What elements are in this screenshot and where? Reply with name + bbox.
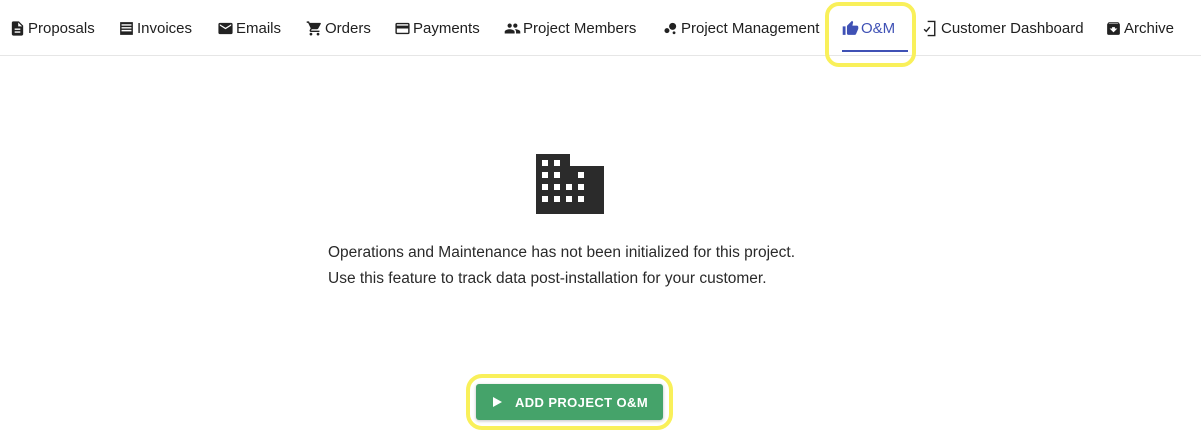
tab-project-management[interactable]: Project Management — [662, 0, 819, 56]
empty-state-message: Operations and Maintenance has not been … — [328, 240, 888, 292]
tab-label: Payments — [413, 19, 480, 37]
tab-label: Archive — [1124, 19, 1175, 37]
phone-check-icon — [922, 20, 941, 37]
play-icon — [492, 397, 502, 407]
add-project-om-button[interactable]: ADD PROJECT O&M — [476, 384, 663, 420]
empty-state-line-1: Operations and Maintenance has not been … — [328, 244, 796, 261]
active-tab-indicator — [842, 50, 908, 52]
tab-label: Project Management — [681, 19, 820, 37]
bubble-chart-icon — [662, 20, 681, 37]
thumb-up-icon — [842, 20, 861, 37]
tab-payments[interactable]: Payments — [394, 0, 480, 56]
archive-box-icon — [1105, 20, 1124, 37]
tab-customer-dashboard[interactable]: Customer Dashboard — [922, 0, 1084, 56]
people-icon — [504, 20, 523, 37]
tab-label: Project Members — [523, 19, 637, 37]
tab-label: Orders — [325, 19, 371, 37]
description-icon — [9, 20, 28, 37]
tab-orders[interactable]: Orders — [306, 0, 371, 56]
building-icon — [536, 154, 604, 214]
tab-proposals[interactable]: Proposals — [9, 0, 95, 56]
credit-card-icon — [394, 20, 413, 37]
tab-label: Emails — [236, 19, 282, 37]
tab-label: Invoices — [137, 19, 193, 37]
tab-invoices[interactable]: Invoices — [118, 0, 192, 56]
tab-label: Customer Dashboard — [941, 19, 1084, 37]
shopping-cart-icon — [306, 20, 325, 37]
tab-label: O&M — [861, 19, 896, 37]
tab-project-members[interactable]: Project Members — [504, 0, 636, 56]
tab-o-and-m[interactable]: O&M — [842, 0, 908, 56]
invoice-list-icon — [118, 20, 137, 37]
tab-emails[interactable]: Emails — [217, 0, 281, 56]
tab-label: Proposals — [28, 19, 95, 37]
mail-icon — [217, 20, 236, 37]
empty-state-line-2: Use this feature to track data post-inst… — [328, 270, 767, 287]
tab-archive[interactable]: Archive — [1105, 0, 1174, 56]
tab-bar: Proposals Invoices Emails Orders Payment… — [0, 0, 1201, 56]
add-project-om-label: ADD PROJECT O&M — [514, 394, 649, 410]
